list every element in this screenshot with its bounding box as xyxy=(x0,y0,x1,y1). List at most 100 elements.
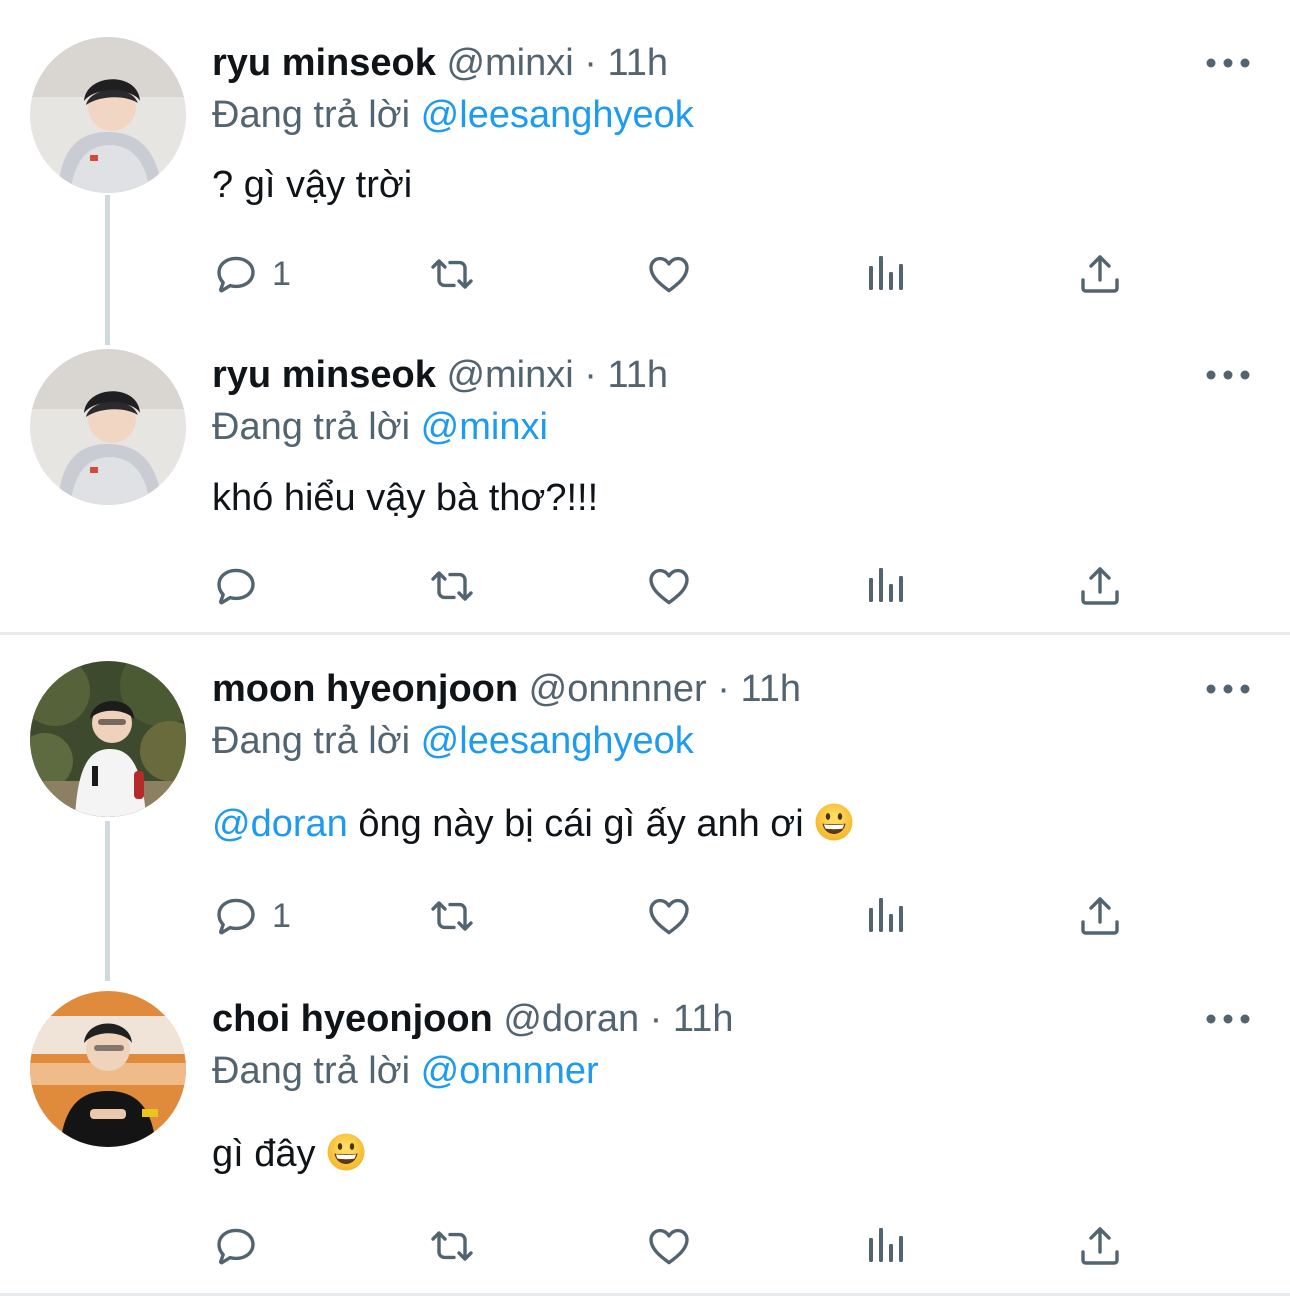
replying-to-label: Đang trả lời xyxy=(212,1050,411,1092)
replying-to-label: Đang trả lời xyxy=(212,406,411,448)
grinning-face-emoji xyxy=(814,802,854,842)
timestamp[interactable]: 11h xyxy=(607,354,668,396)
tweet-text: khó hiểu vậy bà thơ?!!! xyxy=(212,477,599,519)
views-icon xyxy=(861,892,909,940)
retweet-button[interactable] xyxy=(428,556,476,616)
tweet-card[interactable]: ryu minseok @minxi · 11h Đang trả lời @l… xyxy=(0,0,1290,345)
more-options-button[interactable] xyxy=(1200,674,1256,704)
avatar-photo-icon xyxy=(30,37,186,193)
retweet-button[interactable] xyxy=(428,886,476,946)
reply-button[interactable] xyxy=(212,1216,272,1276)
display-name[interactable]: moon hyeonjoon xyxy=(212,668,518,710)
tweet-actions xyxy=(0,556,1290,616)
replying-to-mention[interactable]: @onnnner xyxy=(421,1050,599,1092)
separator-dot: · xyxy=(584,354,597,396)
grinning-face-emoji xyxy=(326,1132,366,1172)
views-button[interactable] xyxy=(861,556,909,616)
reply-button[interactable]: 1 xyxy=(212,886,291,946)
tweet-actions: 1 xyxy=(0,244,1290,304)
replying-to-mention[interactable]: @leesanghyeok xyxy=(421,720,694,762)
reply-icon xyxy=(212,892,260,940)
username[interactable]: @doran xyxy=(503,998,639,1040)
share-icon xyxy=(1076,1222,1124,1270)
like-button[interactable] xyxy=(645,244,693,304)
replying-to: Đang trả lời @minxi xyxy=(212,404,548,450)
retweet-button[interactable] xyxy=(428,1216,476,1276)
timestamp[interactable]: 11h xyxy=(740,668,801,710)
like-button[interactable] xyxy=(645,556,693,616)
tweet-body: ông này bị cái gì ấy anh ơi xyxy=(347,803,815,845)
separator-dot: · xyxy=(584,42,597,84)
separator-dot: · xyxy=(649,998,663,1040)
reply-button[interactable] xyxy=(212,556,272,616)
avatar[interactable] xyxy=(30,349,186,505)
retweet-icon xyxy=(428,1222,476,1270)
avatar-photo-icon xyxy=(30,661,186,817)
reply-icon xyxy=(212,1222,260,1270)
reply-icon xyxy=(212,250,260,298)
more-options-button[interactable] xyxy=(1200,1004,1256,1034)
thread-divider xyxy=(0,632,1290,635)
more-icon xyxy=(1200,360,1256,390)
reply-thread-feed: ryu minseok @minxi · 11h Đang trả lời @l… xyxy=(0,0,1290,1296)
timestamp[interactable]: 11h xyxy=(607,42,668,84)
avatar[interactable] xyxy=(30,661,186,817)
reply-count: 1 xyxy=(272,896,291,935)
heart-icon xyxy=(645,892,693,940)
username[interactable]: @minxi xyxy=(446,42,573,84)
more-icon xyxy=(1200,48,1256,78)
more-icon xyxy=(1200,674,1256,704)
tweet-card[interactable]: moon hyeonjoon @onnnner · 11h Đang trả l… xyxy=(0,636,1290,981)
share-icon xyxy=(1076,562,1124,610)
heart-icon xyxy=(645,562,693,610)
tweet-mention[interactable]: @doran xyxy=(212,803,348,845)
tweet-actions xyxy=(0,1216,1290,1276)
tweet-card[interactable]: choi hyeonjoon @doran · 11h Đang trả lời… xyxy=(0,966,1290,1296)
display-name[interactable]: ryu minseok xyxy=(212,42,436,84)
views-button[interactable] xyxy=(861,244,909,304)
tweet-header: ryu minseok @minxi · 11h xyxy=(212,40,668,86)
tweet-text: ? gì vậy trời xyxy=(212,164,413,206)
retweet-icon xyxy=(428,892,476,940)
replying-to: Đang trả lời @leesanghyeok xyxy=(212,92,694,138)
replying-to: Đang trả lời @onnnner xyxy=(212,1048,599,1094)
reply-count: 1 xyxy=(272,254,291,293)
heart-icon xyxy=(645,250,693,298)
replying-to-mention[interactable]: @leesanghyeok xyxy=(421,94,694,136)
more-options-button[interactable] xyxy=(1200,360,1256,390)
share-button[interactable] xyxy=(1076,886,1124,946)
more-icon xyxy=(1200,1004,1256,1034)
avatar-photo-icon xyxy=(30,349,186,505)
display-name[interactable]: ryu minseok xyxy=(212,354,436,396)
retweet-button[interactable] xyxy=(428,244,476,304)
tweet-header: ryu minseok @minxi · 11h xyxy=(212,352,668,398)
display-name[interactable]: choi hyeonjoon xyxy=(212,998,493,1040)
share-icon xyxy=(1076,250,1124,298)
avatar[interactable] xyxy=(30,37,186,193)
separator-dot: · xyxy=(717,668,730,710)
reply-button[interactable]: 1 xyxy=(212,244,291,304)
tweet-body: gì đây xyxy=(212,1133,327,1175)
tweet-actions: 1 xyxy=(0,886,1290,946)
timestamp[interactable]: 11h xyxy=(673,998,734,1040)
replying-to-mention[interactable]: @minxi xyxy=(421,406,548,448)
share-button[interactable] xyxy=(1076,244,1124,304)
username[interactable]: @onnnner xyxy=(529,668,707,710)
avatar[interactable] xyxy=(30,991,186,1147)
share-button[interactable] xyxy=(1076,1216,1124,1276)
views-button[interactable] xyxy=(861,1216,909,1276)
avatar-photo-icon xyxy=(30,991,186,1147)
more-options-button[interactable] xyxy=(1200,48,1256,78)
username[interactable]: @minxi xyxy=(446,354,573,396)
heart-icon xyxy=(645,1222,693,1270)
views-icon xyxy=(861,562,909,610)
replying-to-label: Đang trả lời xyxy=(212,94,411,136)
like-button[interactable] xyxy=(645,886,693,946)
like-button[interactable] xyxy=(645,1216,693,1276)
views-button[interactable] xyxy=(861,886,909,946)
retweet-icon xyxy=(428,250,476,298)
share-button[interactable] xyxy=(1076,556,1124,616)
tweet-card[interactable]: ryu minseok @minxi · 11h Đang trả lời @m… xyxy=(0,312,1290,632)
tweet-header: choi hyeonjoon @doran · 11h xyxy=(212,996,733,1042)
views-icon xyxy=(861,1222,909,1270)
